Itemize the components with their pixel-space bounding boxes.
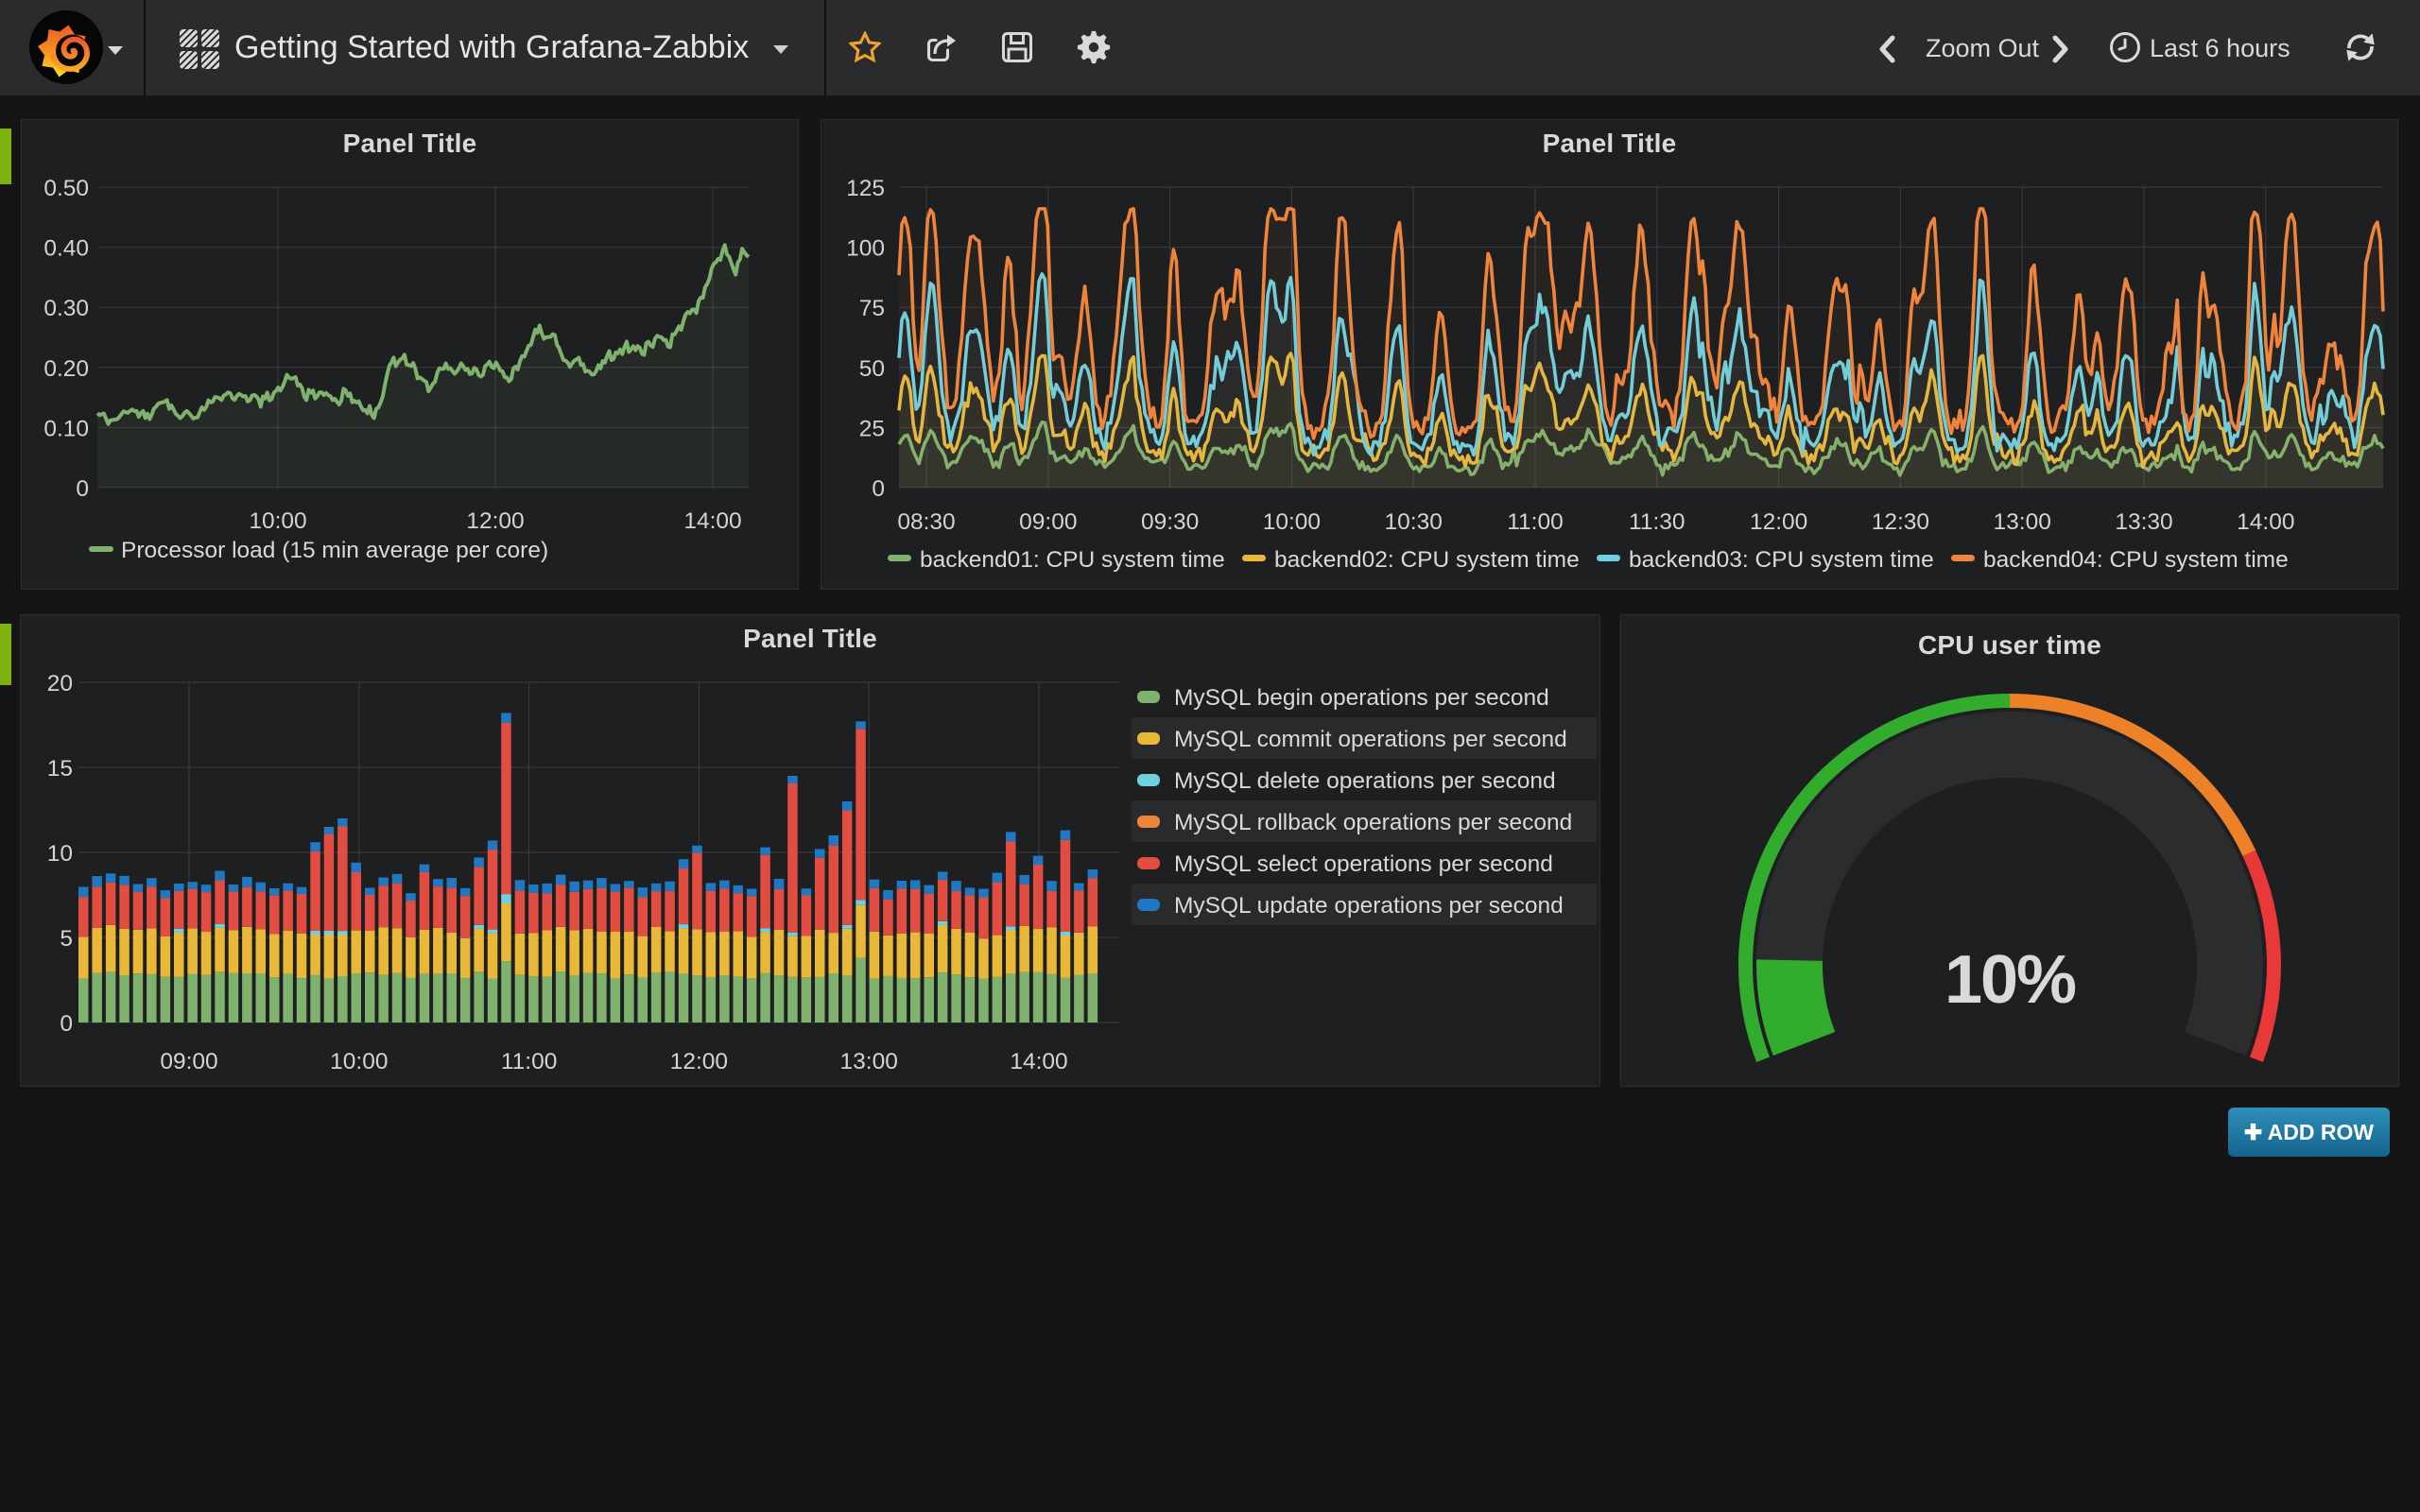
svg-text:0.30: 0.30: [43, 296, 89, 321]
svg-text:10:00: 10:00: [330, 1049, 388, 1074]
svg-text:100: 100: [846, 236, 885, 262]
svg-text:MySQL commit operations per se: MySQL commit operations per second: [1174, 727, 1567, 752]
svg-text:13:30: 13:30: [2115, 509, 2172, 535]
svg-text:11:30: 11:30: [1629, 509, 1685, 535]
svg-text:14:00: 14:00: [1010, 1049, 1067, 1074]
svg-text:5: 5: [60, 926, 73, 952]
svg-text:09:30: 09:30: [1141, 509, 1199, 535]
svg-text:Processor load (15 min average: Processor load (15 min average per core): [121, 538, 548, 563]
svg-text:12:00: 12:00: [670, 1049, 728, 1074]
svg-text:10%: 10%: [1945, 942, 2076, 1018]
svg-text:backend02: CPU system time: backend02: CPU system time: [1274, 547, 1580, 573]
svg-text:12:00: 12:00: [1750, 509, 1807, 535]
svg-text:09:00: 09:00: [1019, 509, 1077, 535]
svg-text:MySQL update operations per se: MySQL update operations per second: [1174, 893, 1564, 919]
svg-text:0: 0: [76, 476, 89, 502]
svg-text:15: 15: [47, 756, 73, 782]
svg-text:10: 10: [47, 841, 73, 867]
svg-text:50: 50: [859, 356, 885, 382]
svg-text:10:00: 10:00: [249, 508, 306, 534]
svg-text:25: 25: [859, 416, 885, 441]
svg-text:0.50: 0.50: [43, 176, 89, 201]
svg-text:0: 0: [872, 476, 885, 502]
svg-text:11:00: 11:00: [1507, 509, 1564, 535]
svg-text:13:00: 13:00: [1994, 509, 2051, 535]
svg-text:125: 125: [846, 176, 885, 201]
svg-text:09:00: 09:00: [160, 1049, 217, 1074]
svg-text:MySQL delete operations per se: MySQL delete operations per second: [1174, 768, 1556, 794]
svg-text:13:00: 13:00: [840, 1049, 898, 1074]
svg-text:0.10: 0.10: [43, 416, 89, 441]
svg-text:20: 20: [47, 671, 73, 696]
svg-text:14:00: 14:00: [683, 508, 741, 534]
svg-text:MySQL rollback operations per: MySQL rollback operations per second: [1174, 810, 1572, 835]
svg-text:12:00: 12:00: [466, 508, 524, 534]
svg-text:MySQL begin operations per sec: MySQL begin operations per second: [1174, 685, 1549, 711]
svg-text:75: 75: [859, 296, 885, 321]
svg-text:14:00: 14:00: [2237, 509, 2294, 535]
svg-text:11:00: 11:00: [501, 1049, 558, 1074]
svg-text:0.40: 0.40: [43, 236, 89, 262]
svg-text:MySQL select operations per se: MySQL select operations per second: [1174, 851, 1553, 877]
svg-text:backend01: CPU system time: backend01: CPU system time: [920, 547, 1225, 573]
svg-text:backend03: CPU system time: backend03: CPU system time: [1629, 547, 1934, 573]
svg-text:backend04: CPU system time: backend04: CPU system time: [1983, 547, 2289, 573]
svg-text:12:30: 12:30: [1872, 509, 1929, 535]
svg-text:10:30: 10:30: [1385, 509, 1443, 535]
svg-text:0: 0: [60, 1011, 73, 1037]
svg-text:0.20: 0.20: [43, 356, 89, 382]
svg-text:08:30: 08:30: [897, 509, 955, 535]
svg-text:10:00: 10:00: [1263, 509, 1321, 535]
